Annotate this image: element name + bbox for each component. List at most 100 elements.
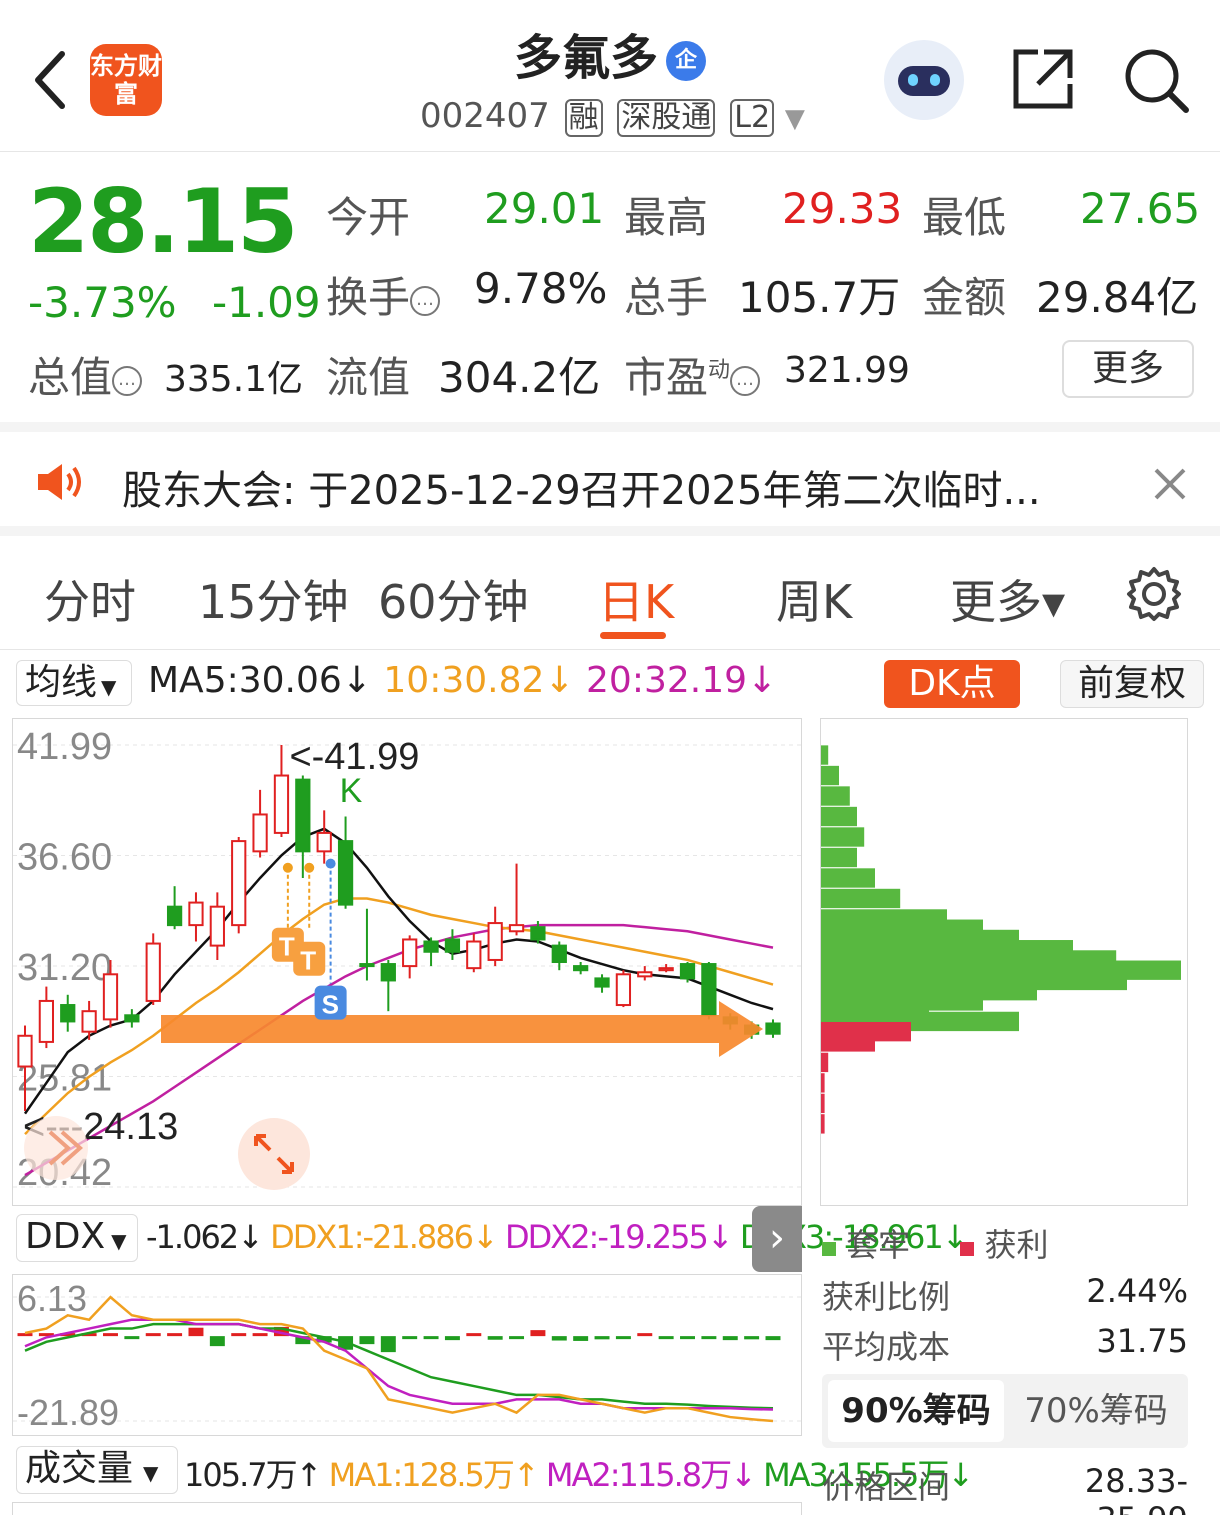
app-header: 东方财富 多氟多企 002407 融 深股通 L2 ▼ <box>0 0 1220 152</box>
indicator-select[interactable]: 均线 ▼ <box>16 660 132 706</box>
stock-code: 002407 <box>420 96 550 136</box>
turnover-label-text: 换手 <box>326 273 411 322</box>
ddx-select[interactable]: DDX ▼ <box>16 1214 138 1262</box>
ma5-line <box>23 827 774 1115</box>
price-range-value: 28.33-35.99 <box>1084 1462 1188 1515</box>
dk-point-button[interactable]: DK点 <box>884 660 1020 708</box>
candle-body <box>701 963 717 1017</box>
tab-chip-70[interactable]: 70%筹码 <box>1010 1380 1182 1442</box>
open-value: 29.01 <box>484 184 605 233</box>
volume-select[interactable]: 成交量 ▼ <box>16 1446 178 1494</box>
share-icon[interactable] <box>1010 46 1076 112</box>
kline-chart[interactable]: 41.9936.6031.2025.8120.42<-41.99<---24.1… <box>12 718 802 1206</box>
vol-ma1: MA1:128.5万↑ <box>328 1456 540 1494</box>
chip-bar-trapped <box>821 806 857 827</box>
ddx-bar <box>658 1336 674 1340</box>
tab-chip-90[interactable]: 90%筹码 <box>828 1380 1004 1442</box>
ddx-bar <box>701 1336 717 1340</box>
y-axis-label: 31.20 <box>17 947 112 989</box>
dropdown-icon[interactable]: ▼ <box>785 104 805 134</box>
close-icon[interactable] <box>1152 466 1188 502</box>
legend-profit: 获利 <box>984 1226 1049 1264</box>
volume-chart[interactable] <box>12 1502 802 1515</box>
tab-intraday[interactable]: 分时 <box>44 566 136 632</box>
robot-assistant-icon[interactable] <box>884 40 964 120</box>
candle-body <box>487 922 503 961</box>
ddx-select-label: DDX <box>25 1216 106 1257</box>
chip-bar-trapped <box>821 745 829 765</box>
info-icon[interactable]: … <box>410 285 441 316</box>
ma10-value: 10:30.82↓ <box>383 660 575 701</box>
chip-bar-profit <box>821 1093 825 1114</box>
tab-more[interactable]: 更多▾ <box>950 566 1065 632</box>
marker-dot <box>304 862 315 873</box>
ddx-bar <box>17 1333 33 1337</box>
search-icon[interactable] <box>1122 46 1190 114</box>
speaker-icon <box>38 464 81 500</box>
candle-body <box>466 940 482 970</box>
price-range-label: 价格区间 <box>822 1468 951 1506</box>
ddx-bar <box>722 1336 738 1341</box>
chip-bar-trapped <box>821 786 850 806</box>
profit-ratio-label: 获利比例 <box>822 1278 951 1316</box>
candle-body <box>615 973 632 1007</box>
notice-bar[interactable]: 股东大会: 于2025-12-29召开2025年第二次临时... <box>0 422 1220 536</box>
volume-value: 105.7万↑ <box>184 1456 322 1494</box>
candle-body <box>316 831 332 853</box>
settings-gear-icon[interactable] <box>1126 566 1182 622</box>
ddx1-value: DDX1:-21.886↓ <box>270 1218 499 1256</box>
tab-15min[interactable]: 15分钟 <box>198 566 349 632</box>
candle-body <box>380 963 396 982</box>
candle-body <box>594 977 610 988</box>
ddx-bar <box>209 1336 225 1347</box>
adjust-button[interactable]: 前复权 <box>1060 660 1204 708</box>
ddx-bar <box>637 1333 653 1337</box>
ma20-value: 20:32.19↓ <box>586 660 778 701</box>
candle-body <box>60 1004 76 1023</box>
chevron-down-icon: ▼ <box>101 675 117 699</box>
y-axis-label: 36.60 <box>17 837 112 879</box>
k-marker: K <box>340 772 363 810</box>
chip-bar-trapped <box>821 868 875 888</box>
stock-code-row[interactable]: 002407 融 深股通 L2 ▼ <box>420 96 805 137</box>
high-label: 最高 <box>624 193 709 242</box>
candle-body <box>124 1014 140 1023</box>
candle-body <box>658 967 674 972</box>
candle-body <box>273 774 290 834</box>
info-icon[interactable]: … <box>730 365 761 396</box>
marker-dot <box>282 862 293 873</box>
ddx-svg: 6.13 -21.89 <box>13 1278 801 1433</box>
ddx-chart[interactable]: 6.13 -21.89 <box>12 1274 802 1436</box>
candle-body <box>573 965 589 972</box>
candle-body <box>38 999 54 1043</box>
ddx-bar <box>145 1333 161 1337</box>
info-icon[interactable]: … <box>112 365 143 396</box>
avg-cost-value: 31.75 <box>1096 1322 1188 1360</box>
amount-label: 金额 <box>922 273 1007 322</box>
candle-body <box>145 942 161 1002</box>
candle-body <box>530 926 546 941</box>
mktcap-label: 总值… <box>28 344 143 405</box>
ddx-bar <box>594 1336 610 1340</box>
change-pct: -3.73% <box>28 278 177 327</box>
more-quote-button[interactable]: 更多 <box>1062 340 1194 398</box>
ma-legend: MA5:30.06↓ 10:30.82↓ 20:32.19↓ <box>148 660 777 701</box>
fullscreen-icon[interactable] <box>236 1116 312 1192</box>
tab-daily-k[interactable]: 日K <box>598 566 674 632</box>
expand-right-icon[interactable]: › <box>752 1206 802 1272</box>
tab-60min[interactable]: 60分钟 <box>378 566 529 632</box>
expand-left-icon[interactable] <box>16 1112 106 1182</box>
chevron-down-icon: ▼ <box>111 1229 127 1253</box>
change-abs: -1.09 <box>211 278 321 327</box>
ddx-bar <box>744 1336 760 1340</box>
volume-select-label: 成交量 <box>25 1448 134 1489</box>
ddx-bar <box>188 1327 204 1337</box>
chip-distribution-chart[interactable] <box>820 718 1188 1206</box>
ddx-bar <box>231 1333 247 1337</box>
candle-body <box>551 944 567 964</box>
period-tabs: 分时 15分钟 60分钟 日K 周K 更多▾ <box>0 546 1220 650</box>
low-value: 27.65 <box>1080 184 1201 233</box>
chip-tabs: 90%筹码 70%筹码 <box>822 1374 1188 1448</box>
candle-body <box>252 813 268 853</box>
tab-weekly-k[interactable]: 周K <box>776 566 852 632</box>
